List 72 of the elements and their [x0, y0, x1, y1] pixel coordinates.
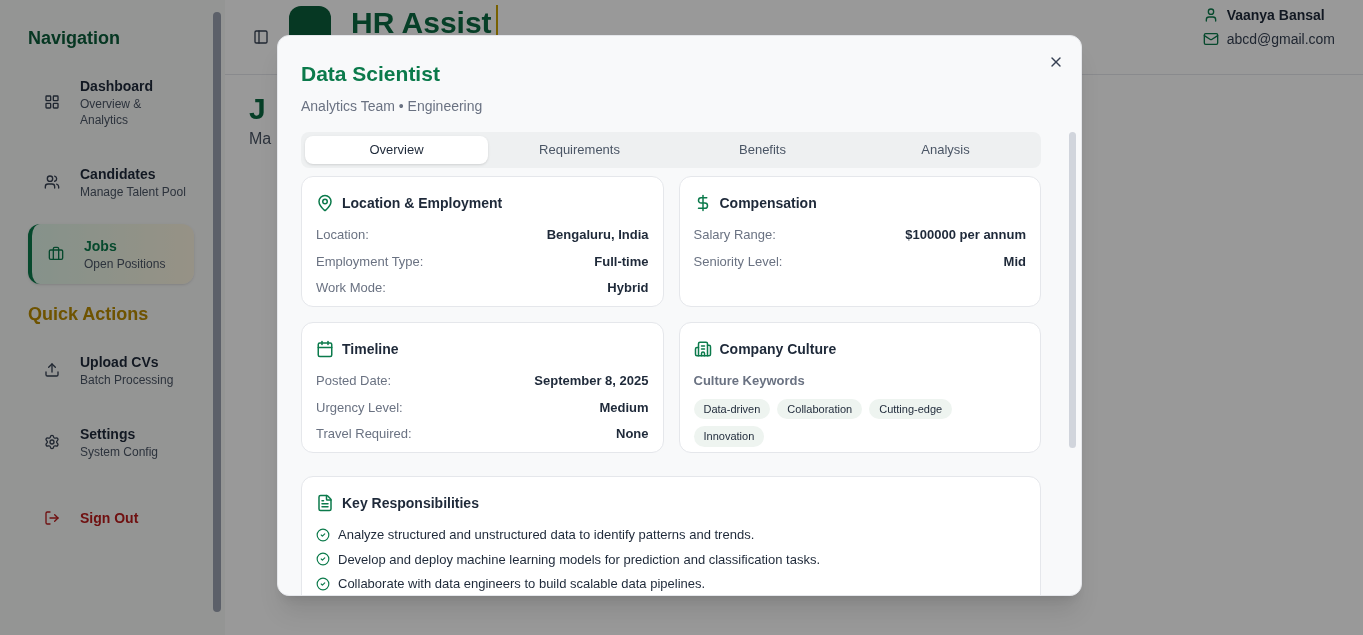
calendar-icon: [316, 340, 334, 358]
field-label: Travel Required:: [316, 425, 412, 443]
item-sublabel: Open Positions: [84, 256, 166, 272]
item-sublabel: Batch Processing: [80, 372, 174, 388]
sidebar-item[interactable]: Candidates Manage Talent Pool: [28, 152, 194, 212]
upload-icon: [44, 362, 60, 378]
culture-tag: Collaboration: [777, 398, 863, 419]
tab[interactable]: Requirements: [488, 136, 671, 164]
tab[interactable]: Benefits: [671, 136, 854, 164]
map-pin-icon: [316, 194, 334, 212]
field-label: Posted Date:: [316, 372, 392, 390]
item-label: Upload CVs: [80, 353, 160, 372]
dialog-title: Data Scientist: [301, 61, 441, 87]
item-label: Candidates: [80, 165, 157, 184]
page-title: J: [249, 91, 266, 127]
field-label: Location:: [316, 226, 369, 244]
field-label: Urgency Level:: [316, 398, 403, 417]
item-label: Dashboard: [80, 77, 155, 96]
users-icon: [44, 174, 60, 190]
grid-icon: [44, 94, 60, 110]
dialog-subtitle: Analytics Team • Engineering: [301, 97, 484, 116]
responsibility-text: Analyze structured and unstructured data to identify patterns and trends.: [338, 526, 755, 544]
sidebar-item[interactable]: Jobs Open Positions: [28, 224, 194, 284]
tab[interactable]: Overview: [305, 136, 488, 164]
culture-tag: Innovation: [693, 426, 765, 447]
card-title: Compensation: [719, 194, 817, 213]
field-value: Hybrid: [607, 279, 649, 297]
check-icon: [316, 552, 330, 567]
settings-icon: [44, 434, 60, 450]
field-value: Bengaluru, India: [546, 226, 649, 244]
culture-tag: Data-driven: [693, 398, 771, 419]
section-heading: Navigation: [28, 27, 121, 50]
field-label: Seniority Level:: [693, 252, 783, 271]
field-label: Salary Range:: [693, 226, 776, 244]
field-value: Medium: [599, 398, 649, 417]
item-sublabel: System Config: [80, 444, 159, 460]
mail-icon: [1202, 31, 1219, 47]
briefcase-icon: [48, 246, 64, 262]
field-value: Mid: [1003, 252, 1026, 271]
card-title: Company Culture: [719, 340, 837, 359]
field-label: Work Mode:: [316, 279, 386, 297]
sign-out-button[interactable]: Sign Out: [28, 496, 197, 540]
item-sublabel: Overview & Analytics: [80, 96, 143, 128]
user-email: abcd@gmail.com: [1226, 30, 1335, 49]
field-value: $100000 per annum: [905, 226, 1026, 244]
section-heading: Quick Actions: [28, 303, 150, 326]
field-value: Full-time: [594, 252, 649, 271]
item-sublabel: Manage Talent Pool: [80, 184, 186, 200]
field-value: None: [616, 425, 649, 443]
document-icon: [316, 494, 334, 512]
sidebar-item[interactable]: Upload CVs Batch Processing: [28, 340, 194, 400]
card-title: Timeline: [342, 340, 399, 359]
tab[interactable]: Analysis: [854, 136, 1037, 164]
field-value: September 8, 2025: [534, 372, 649, 390]
page-subtitle: Ma: [249, 129, 272, 149]
sidebar-item[interactable]: Settings System Config: [28, 412, 194, 472]
user-name: Vaanya Bansal: [1226, 6, 1325, 25]
sign-out-icon: [44, 510, 60, 526]
responsibility-text: Collaborate with data engineers to build scalable data pipelines.: [338, 575, 706, 593]
check-icon: [316, 576, 330, 591]
culture-tag: Cutting-edge: [869, 398, 953, 419]
field-label: Employment Type:: [316, 252, 424, 271]
building-icon: [693, 340, 712, 358]
card-title: Location & Employment: [342, 194, 503, 213]
sidebar-item[interactable]: Dashboard Overview & Analytics: [28, 64, 194, 140]
item-label: Settings: [80, 425, 137, 444]
check-icon: [316, 527, 330, 542]
card-title: Key Responsibilities: [342, 494, 479, 513]
tags-heading: Culture Keywords: [693, 372, 806, 390]
sidebar-toggle-icon[interactable]: [253, 29, 269, 45]
item-label: Jobs: [84, 237, 118, 256]
responsibility-text: Develop and deploy machine learning models for prediction and classification tasks.: [338, 550, 820, 569]
